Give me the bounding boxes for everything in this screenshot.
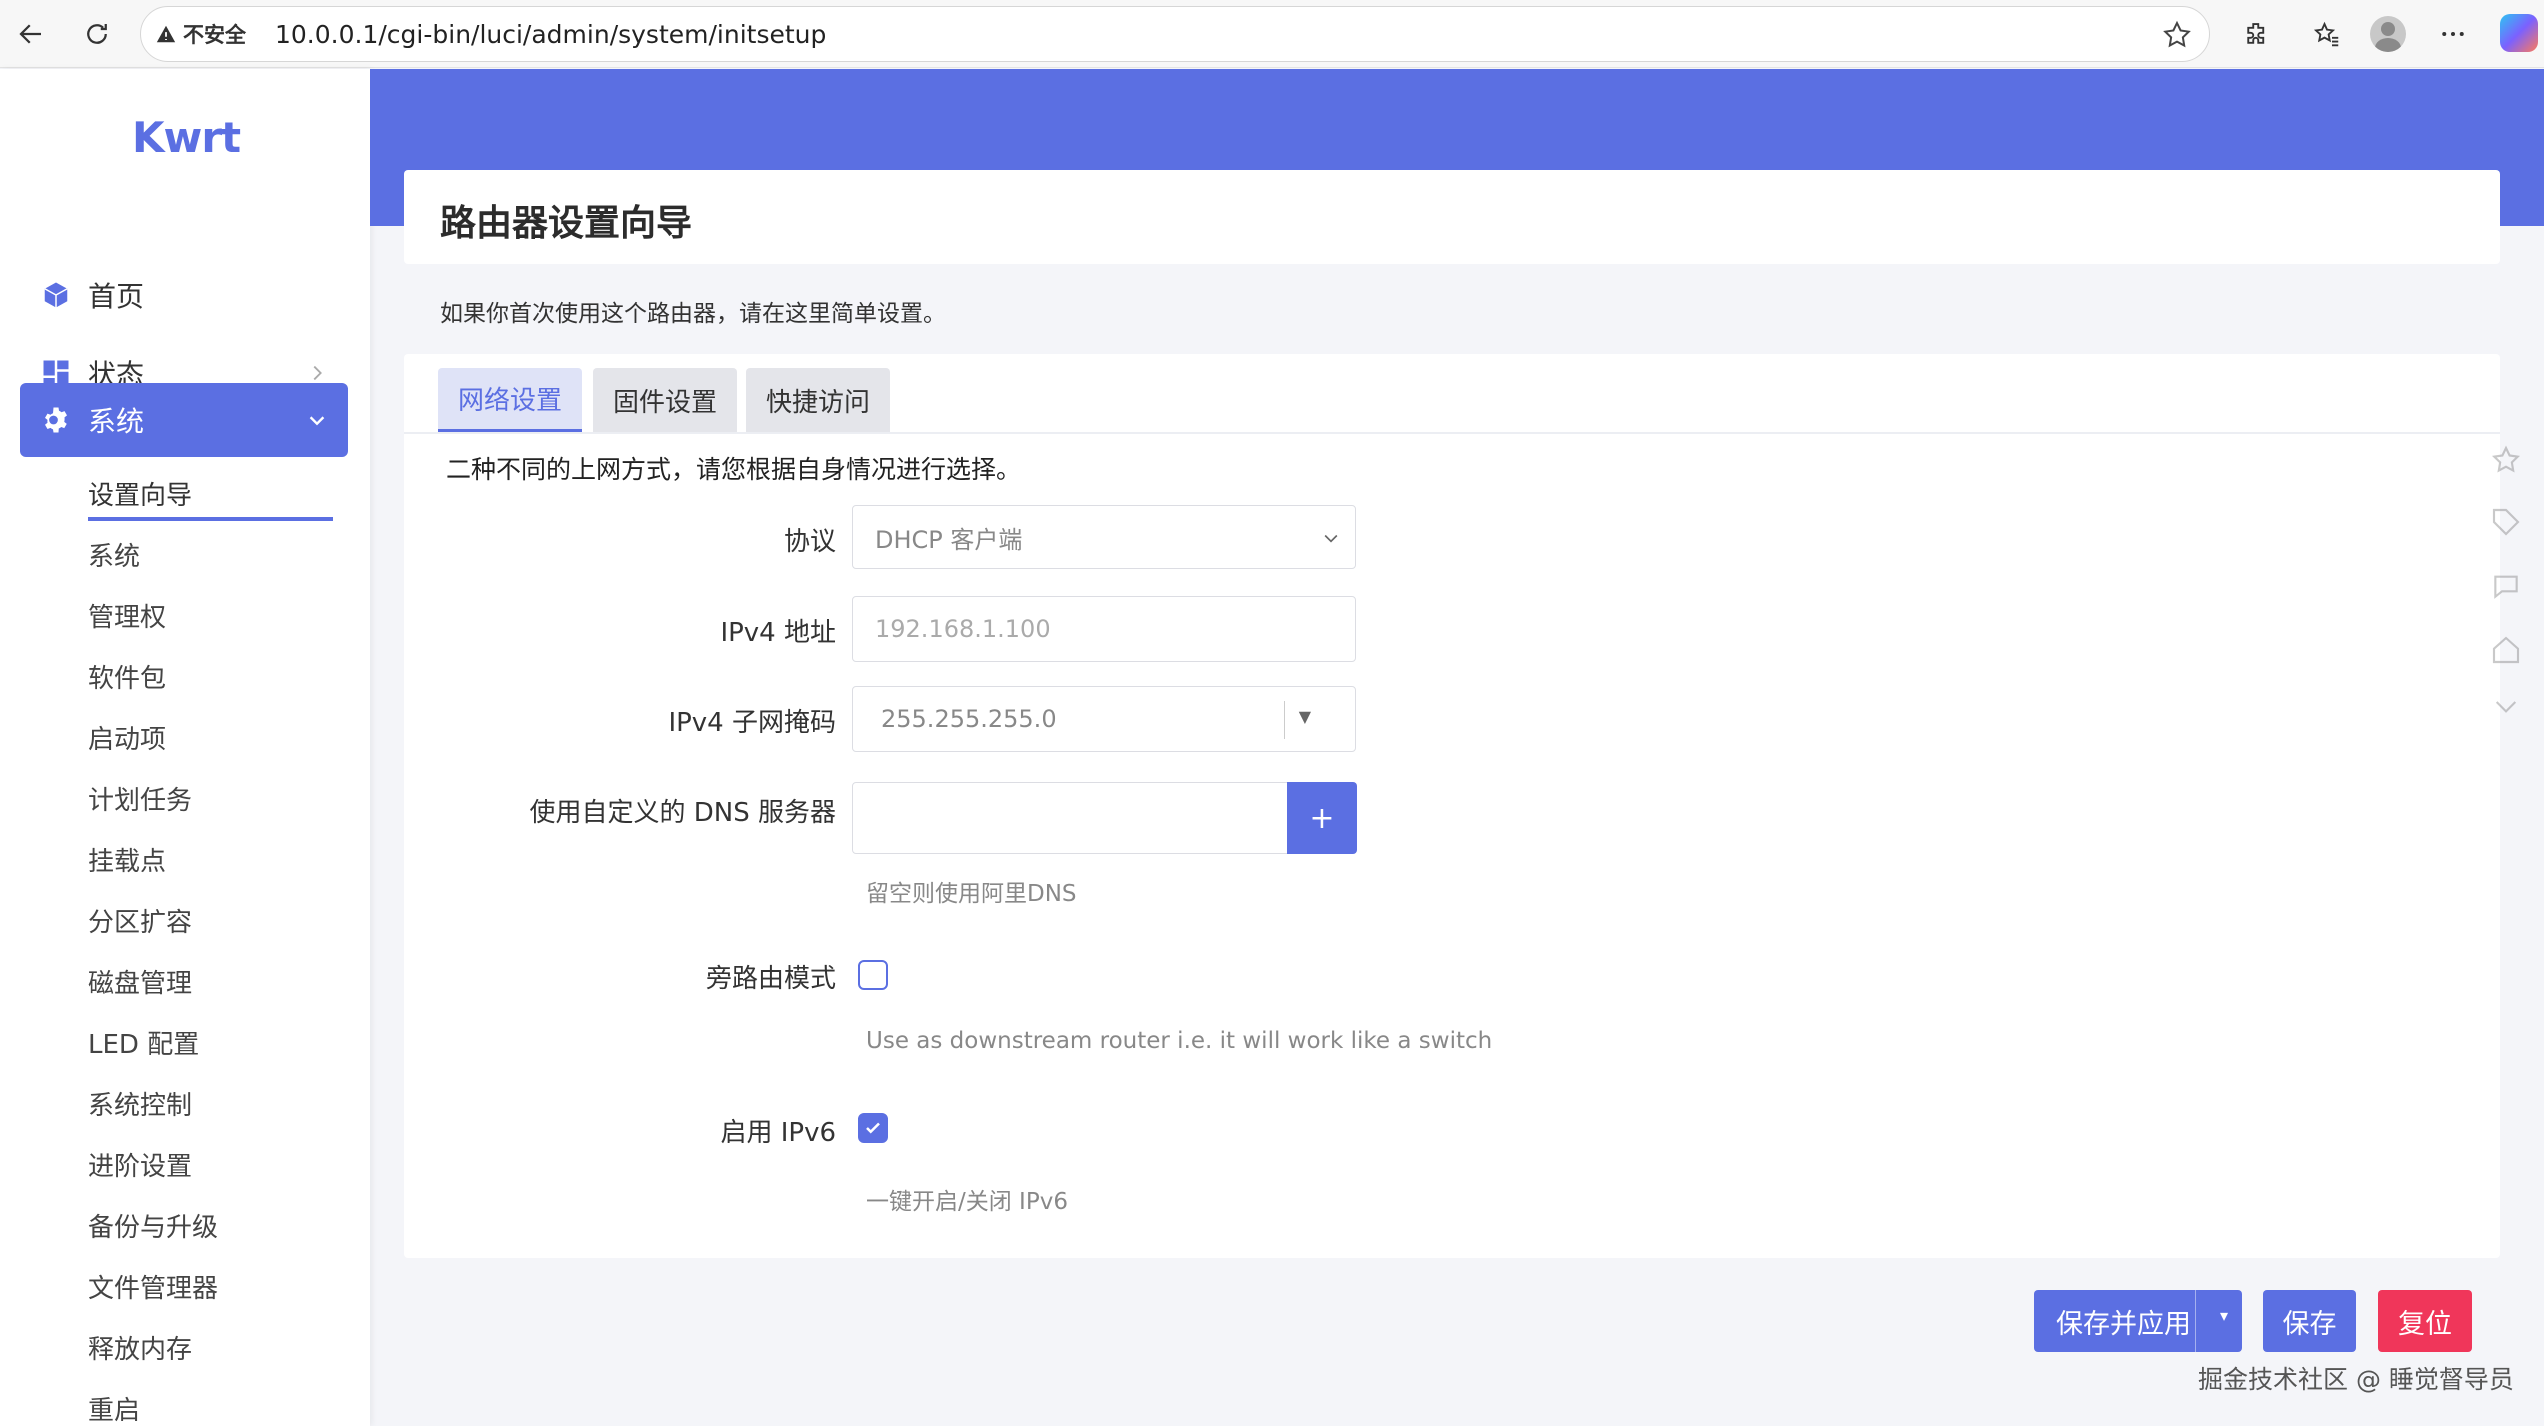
extensions-button[interactable] [2236,13,2278,55]
submenu-free-memory[interactable]: 释放内存 [88,1329,192,1366]
ipv4-netmask-combobox[interactable]: 255.255.255.0 ▼ [852,686,1356,752]
bookmark-star-icon[interactable] [2161,19,2193,51]
caret-down-icon[interactable]: ▾ [2220,1306,2228,1325]
submenu-scheduled-tasks[interactable]: 计划任务 [88,780,192,817]
favorites-icon [2313,21,2339,47]
submenu-system-control[interactable]: 系统控制 [88,1085,192,1122]
protocol-label: 协议 [783,527,836,557]
page-description: 如果你首次使用这个路由器，请在这里简单设置。 [440,301,946,327]
menu-item-home[interactable]: 首页 [20,258,348,332]
url-text[interactable]: 10.0.0.1/cgi-bin/luci/admin/system/inits… [275,20,826,49]
protocol-value: DHCP 客户端 [875,525,1023,554]
submenu-advanced-settings[interactable]: 进阶设置 [88,1146,192,1183]
ipv6-checkbox[interactable] [858,1113,888,1143]
chevron-down-icon [1324,534,1338,543]
combobox-dropdown-icon[interactable]: ▼ [1299,707,1311,726]
reload-icon [87,24,107,44]
home-icon[interactable] [2490,634,2522,666]
reset-button[interactable]: 复位 [2378,1290,2472,1352]
submenu-admin[interactable]: 管理权 [88,597,166,634]
submenu-partition-expand[interactable]: 分区扩容 [88,902,192,939]
bypass-router-hint: Use as downstream router i.e. it will wo… [866,1028,1493,1054]
ipv6-hint: 一键开启/关闭 IPv6 [866,1189,1068,1215]
active-submenu-indicator [88,517,333,521]
chevron-right-icon [313,365,322,381]
section-description: 二种不同的上网方式，请您根据自身情况进行选择。 [446,455,1022,484]
comment-icon[interactable] [2490,570,2522,602]
menu-item-system[interactable]: 系统 [20,383,348,457]
save-button[interactable]: 保存 [2263,1290,2356,1352]
save-and-apply-label: 保存并应用 [2056,1308,2191,1340]
dns-label: 使用自定义的 DNS 服务器 [529,798,836,828]
warning-icon [156,25,176,43]
reload-button[interactable] [76,13,118,55]
chevron-down-icon [309,416,325,426]
menu-label: 系统 [88,405,145,438]
security-indicator[interactable]: 不安全 [155,19,246,49]
ipv4-address-label: IPv4 地址 [720,618,836,648]
submenu-startup[interactable]: 启动项 [88,719,166,756]
bypass-router-checkbox[interactable] [858,960,888,990]
title-card: 路由器设置向导 [404,170,2500,264]
back-button[interactable] [10,13,52,55]
insecure-label: 不安全 [183,23,246,47]
favorites-button[interactable] [2306,13,2348,55]
checkmark-icon [866,1122,880,1134]
arrow-left-icon [19,24,41,44]
submenu-packages[interactable]: 软件包 [88,658,166,695]
tab-firmware-settings[interactable]: 固件设置 [593,368,738,432]
ipv6-label: 启用 IPv6 [720,1118,836,1148]
dns-add-button[interactable]: + [1287,782,1357,854]
submenu-setup-wizard[interactable]: 设置向导 [88,475,192,512]
logo[interactable]: Kwrt [132,113,241,162]
tab-network-settings[interactable]: 网络设置 [438,368,583,432]
sidebar: Kwrt 首页 状态 系统 设置向导 系统 管理权 软件包 启动项 计划任务 挂… [0,69,370,1426]
submenu-system[interactable]: 系统 [88,536,140,573]
page-title: 路由器设置向导 [440,203,693,244]
tab-divider [404,432,2500,434]
tag-icon[interactable] [2490,506,2522,538]
submenu-mount-points[interactable]: 挂载点 [88,841,166,878]
puzzle-icon [2247,23,2265,44]
more-dots-icon [2442,32,2464,36]
watermark: 掘金技术社区 @ 睡觉督导员 [2198,1365,2514,1394]
copilot-icon[interactable] [2500,14,2538,52]
submenu-file-manager[interactable]: 文件管理器 [88,1268,218,1305]
browser-toolbar: 不安全 10.0.0.1/cgi-bin/luci/admin/system/i… [0,0,2544,68]
profile-avatar[interactable] [2370,16,2406,52]
dns-hint: 留空则使用阿里DNS [866,881,1077,907]
submenu-disk-management[interactable]: 磁盘管理 [88,963,192,1000]
save-and-apply-button[interactable]: 保存并应用 ▾ [2034,1290,2242,1352]
ipv4-address-field[interactable]: 192.168.1.100 [852,596,1356,662]
chevron-down-icon[interactable] [2490,690,2522,722]
ipv4-netmask-label: IPv4 子网掩码 [668,708,836,738]
submenu-backup-upgrade[interactable]: 备份与升级 [88,1207,218,1244]
gear-icon [38,402,74,438]
protocol-select[interactable]: DHCP 客户端 [852,505,1356,569]
bypass-router-label: 旁路由模式 [705,964,836,994]
combobox-divider [1284,701,1285,739]
more-menu-button[interactable] [2432,13,2474,55]
dns-input[interactable] [852,782,1288,854]
button-split-divider [2195,1290,2196,1352]
star-icon[interactable] [2490,444,2522,476]
submenu-led-config[interactable]: LED 配置 [88,1024,199,1061]
ipv4-netmask-value: 255.255.255.0 [881,705,1057,733]
ipv4-address-placeholder: 192.168.1.100 [875,615,1051,643]
submenu-reboot[interactable]: 重启 [88,1390,140,1426]
address-bar[interactable]: 不安全 10.0.0.1/cgi-bin/luci/admin/system/i… [140,6,2210,62]
cube-icon [38,277,74,313]
menu-label: 首页 [88,280,145,313]
tab-quick-access[interactable]: 快捷访问 [746,368,891,432]
